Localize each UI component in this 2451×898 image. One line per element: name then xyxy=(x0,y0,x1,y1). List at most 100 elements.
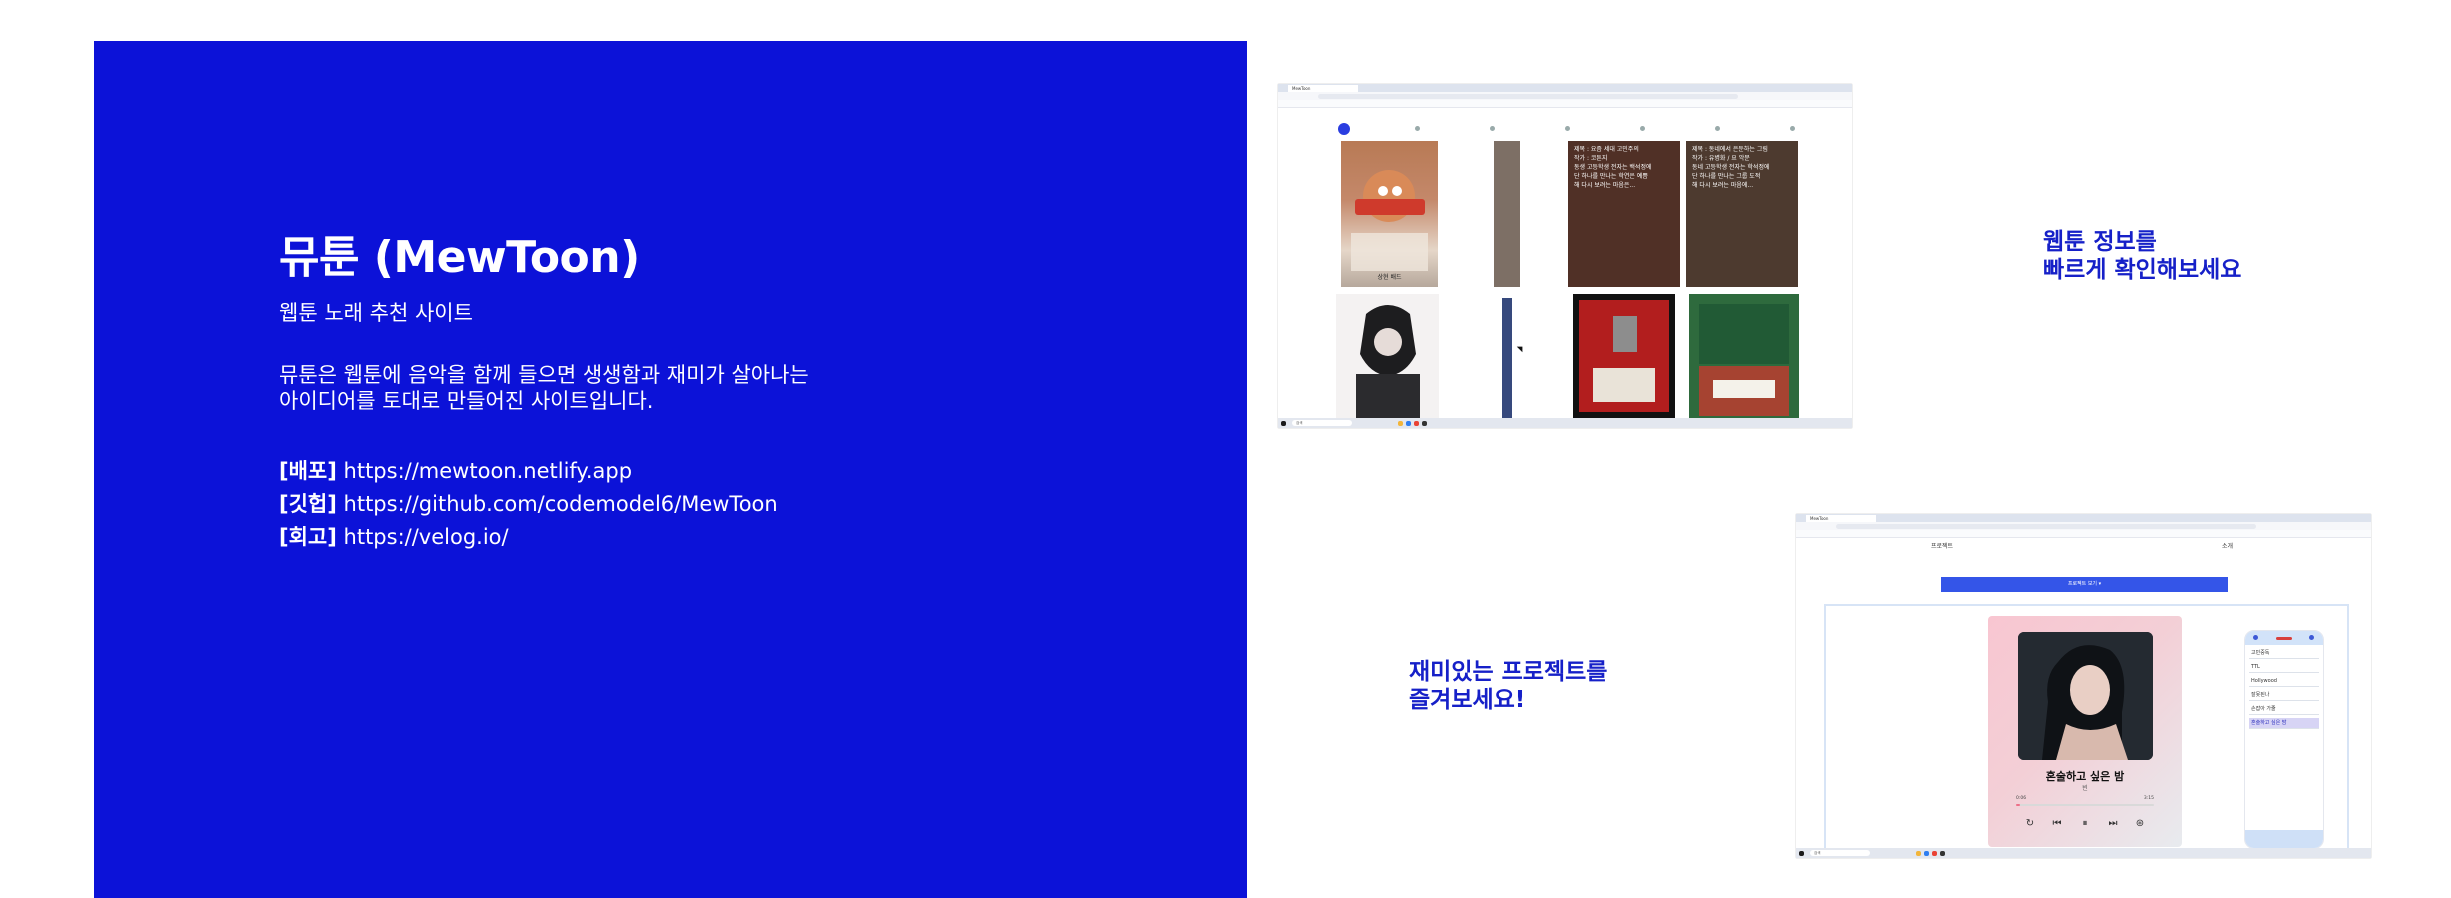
card-info-line: 제목 : 요즘 세대 고민주의 xyxy=(1574,146,1639,153)
browser-tab-bar: MewToon xyxy=(1278,84,1852,92)
github-link-url[interactable]: https://github.com/codemodel6/MewToon xyxy=(344,492,778,516)
playlist-item-active[interactable]: 혼술하고 싶은 밤 xyxy=(2249,718,2319,729)
browser-tab: MewToon xyxy=(1288,85,1358,92)
pause-icon[interactable]: ⏸ xyxy=(2079,818,2091,830)
webtoon-card-narrow[interactable] xyxy=(1494,141,1520,287)
edge-icon[interactable] xyxy=(1406,421,1411,426)
shuffle-icon[interactable]: ⊛ xyxy=(2134,818,2146,830)
github-icon[interactable] xyxy=(1422,421,1427,426)
mouth-icon xyxy=(2276,637,2292,640)
bookmarks-bar xyxy=(1278,100,1852,108)
deploy-link-url[interactable]: https://mewtoon.netlify.app xyxy=(344,459,633,483)
repeat-icon[interactable]: ↻ xyxy=(2024,818,2036,830)
progress-fill xyxy=(2016,804,2021,806)
playlist-item[interactable]: 잘못된나 xyxy=(2249,690,2319,701)
callout-line: 재미있는 프로젝트를 xyxy=(1409,659,1608,685)
chrome-icon[interactable] xyxy=(1932,851,1937,856)
day-nav-dot xyxy=(1415,126,1420,131)
nav-link-project[interactable]: 프로젝트 xyxy=(1931,541,1953,550)
edge-icon[interactable] xyxy=(1924,851,1929,856)
playlist-item[interactable]: 고민중독 xyxy=(2249,648,2319,659)
webtoon-info-callout: 웹툰 정보를 빠르게 확인해보세요 xyxy=(2043,228,2241,284)
browser-tab-bar: MewToon xyxy=(1796,514,2371,522)
card-info-line: 동네 고등학생 전자는 학석정에 xyxy=(1692,164,1770,171)
project-view-button[interactable]: 프로젝트 보기 ▾ xyxy=(1941,577,2228,592)
webtoon-thumbnail xyxy=(1351,170,1428,271)
day-nav-dot xyxy=(1790,126,1795,131)
description-line: 아이디어를 토대로 만들어진 사이트입니다. xyxy=(279,389,654,413)
webtoon-thumbnail xyxy=(1579,300,1669,412)
playlist-header xyxy=(2245,631,2323,645)
webtoon-card-caption: 상현 배드 xyxy=(1377,274,1402,281)
card-info-line: 제목 : 동네에서 은둔하는 그림 xyxy=(1692,146,1768,153)
webtoon-card[interactable] xyxy=(1689,294,1799,418)
deploy-link-row[interactable]: [배포] https://mewtoon.netlify.app xyxy=(279,455,778,488)
player-frame: 혼술하고 싶은 밤 빈 0:06 3:15 ↻ ⏮ ⏸ ⏭ ⊛ 고민중독 TTL… xyxy=(1824,604,2349,850)
day-nav-dot xyxy=(1715,126,1720,131)
project-callout: 재미있는 프로젝트를 즐겨보세요! xyxy=(1409,658,1607,714)
webtoon-card-info: 제목 : 동네에서 은둔하는 그림 작가 : 유병화 / 요 악문 동네 고등학… xyxy=(1692,145,1794,190)
retrospective-link-row[interactable]: [회고] https://velog.io/ xyxy=(279,521,778,554)
eye-icon xyxy=(2253,635,2258,640)
card-info-line: 해 다시 보려는 마음에... xyxy=(1692,182,1754,189)
browser-address-bar xyxy=(1278,92,1852,100)
callout-line: 빠르게 확인해보세요 xyxy=(2043,257,2242,283)
card-info-line: 동생 고등학생 전자는 백석정에 xyxy=(1574,164,1652,171)
taskbar-search[interactable]: 검색 xyxy=(1810,850,1870,856)
folder-icon[interactable] xyxy=(1916,851,1921,856)
album-art xyxy=(2018,632,2153,760)
callout-line: 웹툰 정보를 xyxy=(2043,229,2157,255)
description-line: 뮤툰은 웹툰에 음악을 함께 들으면 생생함과 재미가 살아나는 xyxy=(279,363,809,387)
folder-icon[interactable] xyxy=(1398,421,1403,426)
github-icon[interactable] xyxy=(1940,851,1945,856)
chrome-icon[interactable] xyxy=(1414,421,1419,426)
webtoon-card-info: 제목 : 요즘 세대 고민주의 작가 : 코튼지 동생 고등학생 전자는 백석정… xyxy=(1574,145,1676,190)
page-title: 뮤툰 (MewToon) xyxy=(279,232,640,283)
playlist-item[interactable]: 손잡아 가줄 xyxy=(2249,704,2319,715)
webtoon-card[interactable] xyxy=(1573,294,1675,418)
playlist-item[interactable]: TTL xyxy=(2249,662,2319,673)
browser-tab: MewToon xyxy=(1806,515,1876,522)
webtoon-card[interactable]: 제목 : 동네에서 은둔하는 그림 작가 : 유병화 / 요 악문 동네 고등학… xyxy=(1686,141,1798,287)
card-info-line: 단 하나를 만나는 그룹 도적 xyxy=(1692,173,1761,180)
webtoon-card-narrow[interactable] xyxy=(1502,298,1512,418)
progress-bar[interactable] xyxy=(2016,804,2154,806)
retrospective-link-url[interactable]: https://velog.io/ xyxy=(344,525,509,549)
project-description: 뮤툰은 웹툰에 음악을 함께 들으면 생생함과 재미가 살아나는 아이디어를 토… xyxy=(279,362,899,414)
webtoon-card[interactable]: 상현 배드 xyxy=(1341,141,1438,287)
mouse-cursor-icon xyxy=(1516,343,1526,353)
day-nav-dot xyxy=(1490,126,1495,131)
webtoon-list-screenshot: MewToon 상현 배드 제목 : 요즘 세대 고민주의 작가 : 코튼지 동… xyxy=(1278,84,1852,428)
webtoon-card[interactable]: 제목 : 요즘 세대 고민주의 작가 : 코튼지 동생 고등학생 전자는 백석정… xyxy=(1568,141,1680,287)
day-nav-dot xyxy=(1640,126,1645,131)
webtoon-card[interactable] xyxy=(1336,294,1439,418)
album-art-image xyxy=(2018,632,2153,760)
taskbar-search[interactable]: 검색 xyxy=(1292,420,1352,426)
deploy-link-label: [배포] xyxy=(279,459,337,483)
callout-line: 즐겨보세요! xyxy=(1409,687,1526,713)
github-link-row[interactable]: [깃헙] https://github.com/codemodel6/MewTo… xyxy=(279,488,778,521)
eye-icon xyxy=(2309,635,2314,640)
previous-icon[interactable]: ⏮ xyxy=(2051,818,2063,830)
retrospective-link-label: [회고] xyxy=(279,525,337,549)
address-field xyxy=(1318,93,1738,99)
webtoon-thumbnail xyxy=(1356,305,1420,418)
day-nav-dot xyxy=(1565,126,1570,131)
site-header: 프로젝트 소개 xyxy=(1796,537,2371,553)
windows-start-icon[interactable] xyxy=(1281,421,1286,426)
total-time: 3:15 xyxy=(2143,796,2154,801)
windows-start-icon[interactable] xyxy=(1799,851,1804,856)
playlist-footer xyxy=(2245,830,2323,848)
playlist-panel: 고민중독 TTL Hollywood 잘못된나 손잡아 가줄 혼술하고 싶은 밤 xyxy=(2244,630,2324,849)
song-artist: 빈 xyxy=(2082,785,2088,792)
playlist-item[interactable]: Hollywood xyxy=(2249,676,2319,687)
project-links: [배포] https://mewtoon.netlify.app [깃헙] ht… xyxy=(279,455,778,554)
os-taskbar: 검색 xyxy=(1278,418,1852,428)
card-info-line: 작가 : 코튼지 xyxy=(1574,155,1608,162)
os-taskbar: 검색 xyxy=(1796,848,2371,858)
nav-link-about[interactable]: 소개 xyxy=(2222,541,2233,550)
next-icon[interactable]: ⏭ xyxy=(2107,818,2119,830)
current-time: 0:06 xyxy=(2016,796,2027,801)
intro-panel: 뮤툰 (MewToon) 웹툰 노래 추천 사이트 뮤툰은 웹툰에 음악을 함께… xyxy=(94,41,1247,898)
github-link-label: [깃헙] xyxy=(279,492,337,516)
